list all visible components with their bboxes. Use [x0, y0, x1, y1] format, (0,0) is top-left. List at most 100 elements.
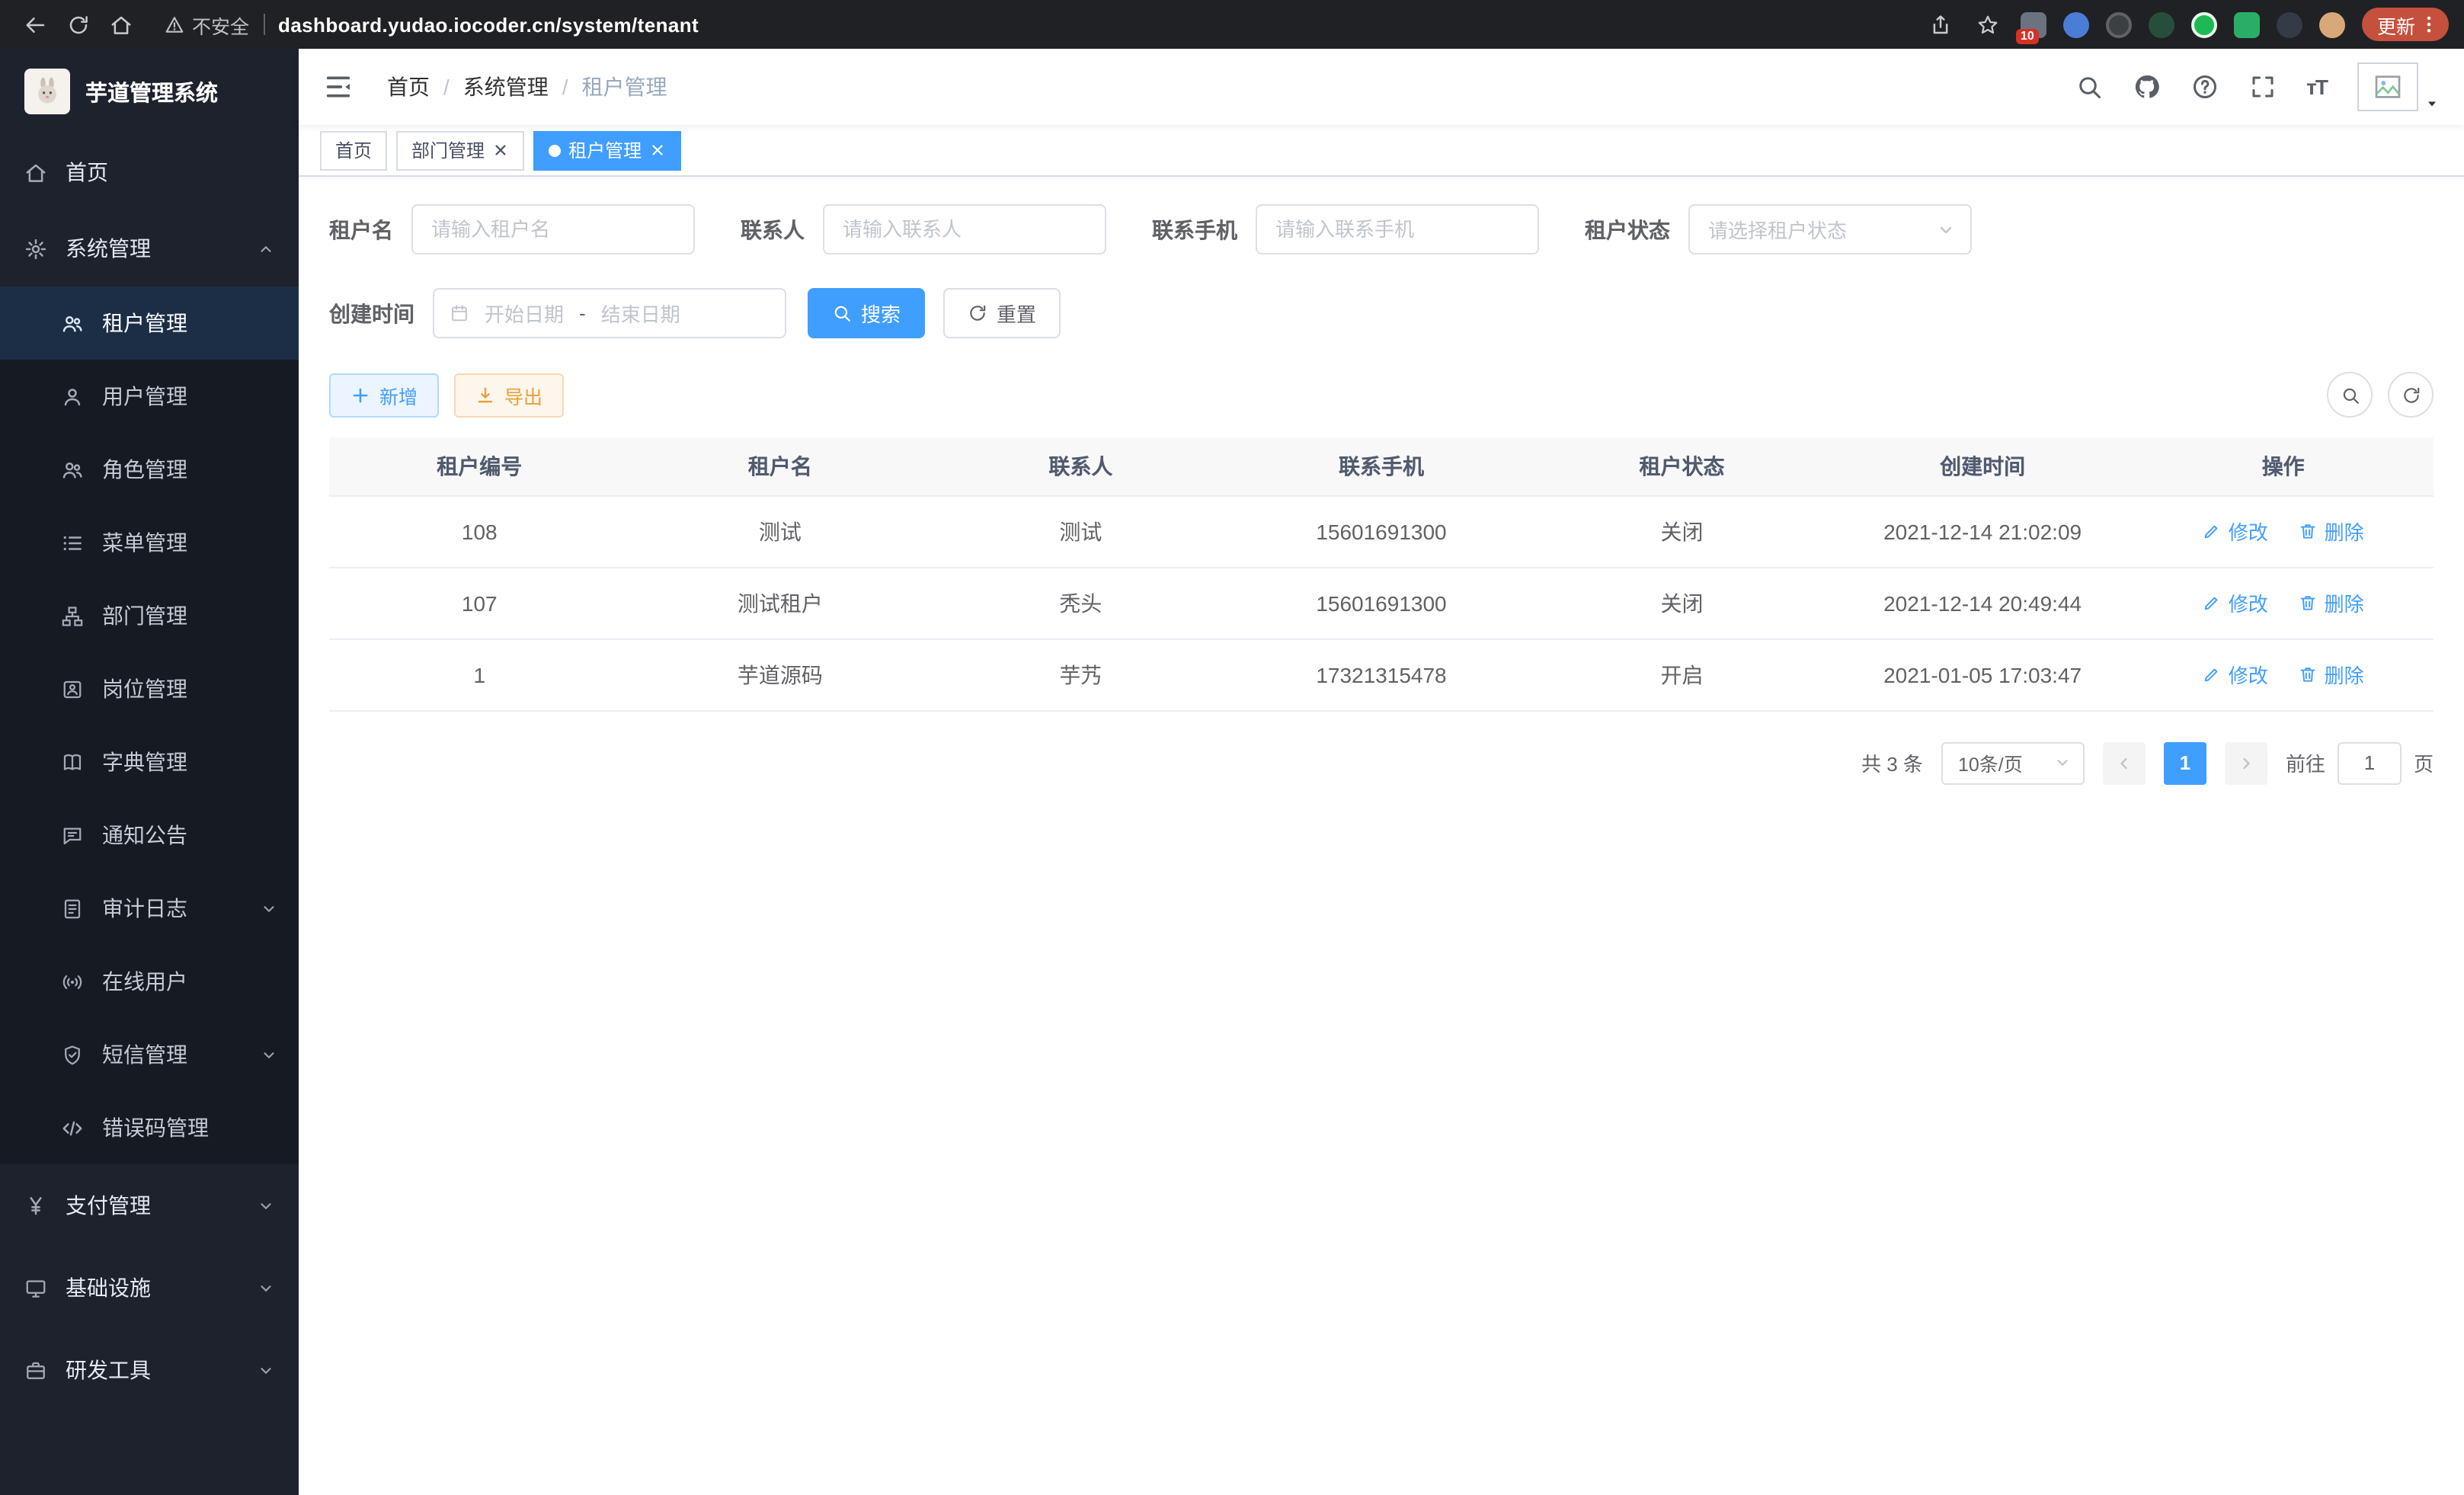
book-icon — [61, 751, 84, 773]
breadcrumb-separator: / — [562, 75, 568, 99]
security-status[interactable]: 不安全 — [165, 10, 249, 39]
extension-icon-6[interactable] — [2234, 11, 2260, 37]
bookmark-star-button[interactable] — [1973, 9, 2004, 40]
extension-icon-3[interactable] — [2106, 11, 2132, 37]
cell-mobile: 15601691300 — [1231, 495, 1532, 567]
edit-link[interactable]: 修改 — [2203, 660, 2268, 689]
toolbar-right — [2327, 372, 2434, 418]
extension-icon-5[interactable] — [2191, 11, 2217, 37]
help-icon[interactable] — [2190, 73, 2218, 101]
sidebar-item-home[interactable]: 首页 — [0, 134, 299, 210]
date-range-picker[interactable]: 开始日期 - 结束日期 — [433, 288, 786, 338]
sidebar-item-payment[interactable]: 支付管理 — [0, 1164, 299, 1247]
sidebar-item-role[interactable]: 角色管理 — [0, 433, 299, 506]
sidebar-item-errorcode[interactable]: 错误码管理 — [0, 1091, 299, 1164]
search-button[interactable]: 搜索 — [808, 288, 925, 338]
user-avatar-menu[interactable] — [2357, 62, 2440, 111]
github-icon[interactable] — [2133, 73, 2160, 101]
search-icon — [2340, 385, 2360, 405]
delete-link[interactable]: 删除 — [2299, 588, 2364, 617]
font-size-icon[interactable]: тT — [2306, 75, 2327, 99]
breadcrumb-home[interactable]: 首页 — [387, 72, 430, 102]
app-logo[interactable]: 芋道管理系统 — [0, 49, 299, 134]
sidebar-item-sms[interactable]: 短信管理 — [0, 1018, 299, 1091]
refresh-table-button[interactable] — [2388, 372, 2434, 418]
address-bar[interactable]: 不安全 dashboard.yudao.iocoder.cn/system/te… — [165, 10, 699, 39]
close-icon[interactable] — [649, 142, 666, 158]
url-text[interactable]: dashboard.yudao.iocoder.cn/system/tenant — [278, 13, 699, 36]
mobile-input[interactable] — [1256, 204, 1539, 255]
gear-icon — [24, 237, 47, 260]
prev-page-button[interactable] — [2103, 741, 2146, 784]
sidebar-item-devtools[interactable]: 研发工具 — [0, 1329, 299, 1411]
sidebar-item-user[interactable]: 用户管理 — [0, 360, 299, 433]
sidebar-item-notice[interactable]: 通知公告 — [0, 799, 299, 872]
extension-icon-8[interactable] — [2319, 11, 2345, 37]
export-button[interactable]: 导出 — [454, 373, 564, 417]
edit-link[interactable]: 修改 — [2203, 588, 2268, 617]
browser-reload-button[interactable] — [58, 5, 98, 44]
filter-tenant-name: 租户名 — [329, 204, 695, 255]
tab-tenant[interactable]: 租户管理 — [533, 130, 681, 170]
browser-home-button[interactable] — [101, 5, 140, 44]
column-header: 租户编号 — [329, 437, 630, 495]
cell-tenant-id: 108 — [329, 495, 630, 567]
extension-icon-7[interactable] — [2277, 11, 2302, 37]
browser-update-button[interactable]: 更新 — [2362, 8, 2449, 41]
fullscreen-icon[interactable] — [2248, 73, 2276, 101]
sidebar-fold-button[interactable] — [323, 72, 354, 102]
add-button[interactable]: 新增 — [329, 373, 439, 417]
contact-input[interactable] — [823, 204, 1106, 255]
create-time-label: 创建时间 — [329, 298, 414, 328]
page-unit-label: 页 — [2414, 748, 2434, 777]
sidebar-item-dept[interactable]: 部门管理 — [0, 579, 299, 652]
breadcrumb-system[interactable]: 系统管理 — [463, 72, 549, 102]
page-size-select[interactable]: 10条/页 — [1941, 741, 2085, 784]
close-icon[interactable] — [492, 142, 509, 158]
next-page-button[interactable] — [2225, 741, 2267, 784]
tenant-name-input[interactable] — [411, 204, 695, 255]
breadcrumb-separator: / — [443, 75, 450, 99]
extension-icon-4[interactable] — [2149, 11, 2174, 37]
extension-icon-2[interactable] — [2063, 11, 2089, 37]
chevron-down-icon — [261, 900, 277, 917]
breadcrumb: 首页 / 系统管理 / 租户管理 — [387, 72, 667, 102]
sidebar-item-auditlog[interactable]: 审计日志 — [0, 872, 299, 945]
show-search-button[interactable] — [2327, 372, 2373, 418]
status-select[interactable]: 请选择租户状态 — [1688, 204, 1972, 255]
page-number-1[interactable]: 1 — [2164, 741, 2206, 784]
table-header-row: 租户编号 租户名 联系人 联系手机 租户状态 创建时间 操作 — [329, 437, 2434, 495]
sidebar-item-label: 角色管理 — [102, 454, 187, 485]
status-label: 租户状态 — [1585, 214, 1670, 245]
sidebar-item-menu[interactable]: 菜单管理 — [0, 506, 299, 579]
kebab-menu-icon[interactable] — [2418, 14, 2440, 35]
search-icon[interactable] — [2075, 73, 2102, 101]
sidebar-item-online-users[interactable]: 在线用户 — [0, 945, 299, 1018]
share-button[interactable] — [1926, 9, 1957, 40]
sidebar-item-label: 用户管理 — [102, 381, 187, 411]
sidebar-item-infrastructure[interactable]: 基础设施 — [0, 1247, 299, 1329]
delete-link[interactable]: 删除 — [2299, 660, 2364, 689]
date-separator: - — [579, 302, 586, 325]
tab-dept[interactable]: 部门管理 — [396, 130, 524, 170]
edit-label: 修改 — [2229, 660, 2268, 689]
download-icon — [475, 385, 495, 405]
browser-back-button[interactable] — [15, 5, 55, 44]
goto-page-input[interactable] — [2338, 741, 2402, 784]
sidebar-item-post[interactable]: 岗位管理 — [0, 652, 299, 725]
column-header: 租户状态 — [1531, 437, 1832, 495]
avatar — [2357, 62, 2418, 111]
extension-icon-1[interactable]: 10 — [2021, 11, 2046, 37]
chevron-down-icon — [258, 1279, 274, 1296]
cell-mobile: 17321315478 — [1231, 639, 1532, 710]
filter-row-2: 创建时间 开始日期 - 结束日期 搜索 重置 — [329, 288, 2434, 338]
tab-home[interactable]: 首页 — [320, 130, 387, 170]
sidebar-item-tenant[interactable]: 租户管理 — [0, 287, 299, 360]
contact-label: 联系人 — [741, 214, 805, 245]
delete-link[interactable]: 删除 — [2299, 517, 2364, 546]
reset-button[interactable]: 重置 — [943, 288, 1061, 338]
edit-link[interactable]: 修改 — [2203, 517, 2268, 546]
delete-label: 删除 — [2325, 517, 2364, 546]
sidebar-item-dict[interactable]: 字典管理 — [0, 725, 299, 799]
sidebar-item-system[interactable]: 系统管理 — [0, 210, 299, 287]
